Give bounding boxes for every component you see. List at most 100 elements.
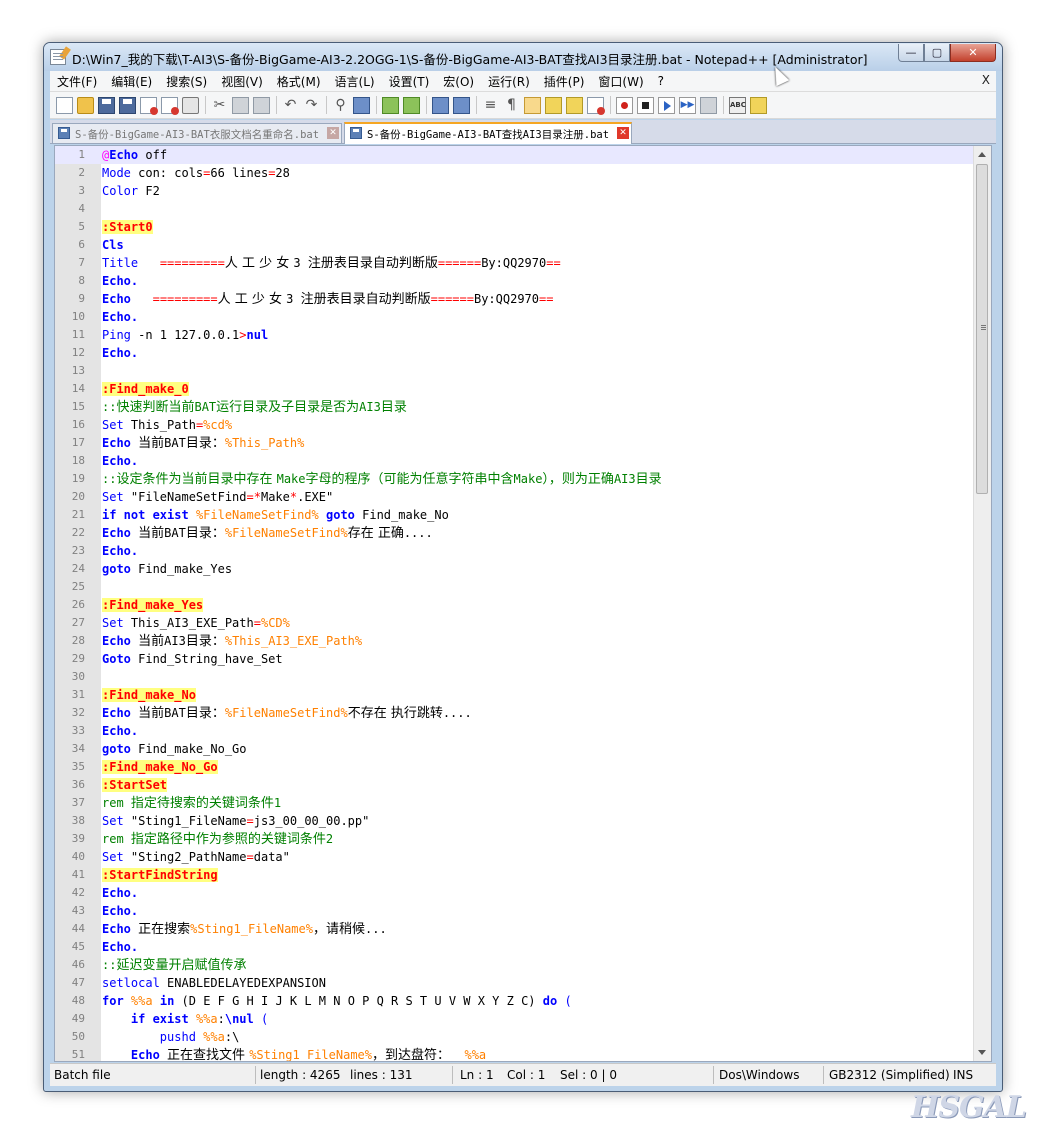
code-line[interactable]: 24 goto Find_make_Yes	[55, 560, 973, 578]
menu-settings[interactable]: 设置(T)	[382, 73, 437, 90]
sync-vertical-icon[interactable]	[432, 96, 449, 114]
macro-save-icon[interactable]	[700, 96, 717, 114]
tab-document-find-ai3[interactable]: S-备份-BigGame-AI3-BAT查找AI3目录注册.bat ✕	[344, 122, 632, 144]
status-insert-mode[interactable]: INS	[953, 1068, 973, 1082]
menu-language[interactable]: 语言(L)	[328, 73, 382, 90]
code-line[interactable]: 23 Echo.	[55, 542, 973, 560]
code-line[interactable]: 32 Echo 当前BAT目录：%FileNameSetFind%不存在 执行跳转…	[55, 704, 973, 722]
close-document-button[interactable]: X	[982, 73, 990, 87]
code-line[interactable]: 9 Echo =========人 工 少 女 3 注册表目录自动判断版=====…	[55, 290, 973, 308]
code-line[interactable]: 25	[55, 578, 973, 596]
menu-help[interactable]: ?	[651, 74, 671, 88]
paste-icon[interactable]	[253, 96, 270, 114]
code-line[interactable]: 28 Echo 当前AI3目录：%This_AI3_EXE_Path%	[55, 632, 973, 650]
sync-horizontal-icon[interactable]	[453, 96, 470, 114]
code-line[interactable]: 17 Echo 当前BAT目录：%This_Path%	[55, 434, 973, 452]
word-wrap-icon[interactable]: ≡	[482, 97, 499, 114]
code-editor[interactable]: 1 @Echo off 2 Mode con: cols=66 lines=28 3 Co…	[54, 145, 992, 1062]
menu-edit[interactable]: 编辑(E)	[104, 73, 159, 90]
scroll-down-arrow-icon[interactable]	[978, 1050, 986, 1055]
new-file-icon[interactable]	[56, 96, 73, 114]
code-line[interactable]: 13	[55, 362, 973, 380]
code-line[interactable]: 11 Ping -n 1 127.0.0.1>nul	[55, 326, 973, 344]
code-line[interactable]: 6 Cls	[55, 236, 973, 254]
save-icon[interactable]	[98, 96, 115, 114]
language-define-icon[interactable]	[545, 96, 562, 114]
code-line[interactable]: 4	[55, 200, 973, 218]
save-all-icon[interactable]	[119, 96, 136, 114]
code-line[interactable]: 47 setlocal ENABLEDELAYEDEXPANSION	[55, 974, 973, 992]
macro-play-icon[interactable]	[658, 96, 675, 114]
code-line[interactable]: 48 for %%a in (D E F G H I J K L M N O P …	[55, 992, 973, 1010]
notepad-app-icon[interactable]	[50, 49, 66, 65]
menu-search[interactable]: 搜索(S)	[159, 73, 214, 90]
code-line[interactable]: 39 rem 指定路径中作为参照的关键词条件2	[55, 830, 973, 848]
code-line[interactable]: 40 Set "Sting2_PathName=data"	[55, 848, 973, 866]
code-line[interactable]: 31:Find_make_No	[55, 686, 973, 704]
code-line[interactable]: 41:StartFindString	[55, 866, 973, 884]
code-line[interactable]: 19::设定条件为当前目录中存在 Make字母的程序（可能为任意字符串中含Mak…	[55, 470, 973, 488]
menu-file[interactable]: 文件(F)	[50, 73, 104, 90]
menu-view[interactable]: 视图(V)	[214, 73, 270, 90]
close-button[interactable]: ✕	[950, 44, 996, 62]
cut-icon[interactable]: ✂	[211, 97, 228, 114]
menu-macro[interactable]: 宏(O)	[436, 73, 481, 90]
close-file-icon[interactable]	[140, 96, 158, 115]
code-line[interactable]: 35:Find_make_No_Go	[55, 758, 973, 776]
code-line[interactable]: 3 Color F2	[55, 182, 973, 200]
code-line[interactable]: 33 Echo.	[55, 722, 973, 740]
code-line[interactable]: 14:Find_make_0	[55, 380, 973, 398]
scroll-up-arrow-icon[interactable]	[978, 152, 986, 157]
code-line[interactable]: 45 Echo.	[55, 938, 973, 956]
zoom-in-icon[interactable]	[382, 96, 399, 114]
code-line[interactable]: 12 Echo.	[55, 344, 973, 362]
code-line[interactable]: 10 Echo.	[55, 308, 973, 326]
document-map-icon[interactable]	[566, 96, 583, 114]
code-line[interactable]: 46::延迟变量开启赋值传承	[55, 956, 973, 974]
code-line[interactable]: 16 Set This_Path=%cd%	[55, 416, 973, 434]
zoom-out-icon[interactable]	[403, 96, 420, 114]
code-line[interactable]: 15::快速判断当前BAT运行目录及子目录是否为AI3目录	[55, 398, 973, 416]
macro-stop-icon[interactable]	[637, 96, 654, 114]
code-line[interactable]: 43 Echo.	[55, 902, 973, 920]
menu-window[interactable]: 窗口(W)	[591, 73, 650, 90]
function-list-icon[interactable]	[587, 96, 605, 115]
menu-run[interactable]: 运行(R)	[481, 73, 537, 90]
code-line[interactable]: 2 Mode con: cols=66 lines=28	[55, 164, 973, 182]
code-line[interactable]: 36:StartSet	[55, 776, 973, 794]
show-all-chars-icon[interactable]: ¶	[503, 97, 520, 114]
code-line[interactable]: 27 Set This_AI3_EXE_Path=%CD%	[55, 614, 973, 632]
code-line[interactable]: 29 Goto Find_String_have_Set	[55, 650, 973, 668]
find-icon[interactable]: ⚲	[332, 97, 349, 114]
code-line[interactable]: 5:Start0	[55, 218, 973, 236]
code-line[interactable]: 18 Echo.	[55, 452, 973, 470]
open-file-icon[interactable]	[77, 96, 94, 114]
code-line[interactable]: 7 Title =========人 工 少 女 3 注册表目录自动判断版====…	[55, 254, 973, 272]
vertical-scrollbar[interactable]	[973, 146, 991, 1061]
status-encoding[interactable]: GB2312 (Simplified)	[829, 1068, 950, 1082]
tab-close-icon[interactable]: ✕	[617, 127, 629, 139]
code-line[interactable]: 50 pushd %%a:\	[55, 1028, 973, 1046]
undo-icon[interactable]: ↶	[282, 97, 299, 114]
menu-plugins[interactable]: 插件(P)	[537, 73, 592, 90]
macro-run-multiple-icon[interactable]: ▶▶	[679, 96, 696, 114]
title-bar[interactable]: D:\Win7_我的下载\T-AI3\S-备份-BigGame-AI3-2.2O…	[44, 43, 1002, 71]
macro-record-icon[interactable]	[616, 96, 633, 114]
code-line[interactable]: 34 goto Find_make_No_Go	[55, 740, 973, 758]
close-all-icon[interactable]	[161, 96, 179, 115]
maximize-button[interactable]: ▢	[924, 44, 950, 62]
code-line[interactable]: 20 Set "FileNameSetFind=*Make*.EXE"	[55, 488, 973, 506]
code-line[interactable]: 37 rem 指定待搜索的关键词条件1	[55, 794, 973, 812]
redo-icon[interactable]: ↷	[303, 97, 320, 114]
code-line[interactable]: 22 Echo 当前BAT目录：%FileNameSetFind%存在 正确...…	[55, 524, 973, 542]
code-line[interactable]: 38 Set "Sting1_FileName=js3_00_00_00.pp"	[55, 812, 973, 830]
scrollbar-thumb[interactable]	[976, 164, 988, 494]
menu-format[interactable]: 格式(M)	[270, 73, 328, 90]
code-line[interactable]: 1 @Echo off	[55, 146, 973, 164]
code-line[interactable]: 51 Echo 正在查找文件 %Sting1_FileName%，到达盘符： %…	[55, 1046, 973, 1061]
code-line[interactable]: 42 Echo.	[55, 884, 973, 902]
tab-document-rename[interactable]: S-备份-BigGame-AI3-BAT衣服文档名重命名.bat ✕	[52, 123, 342, 143]
indent-guide-icon[interactable]	[524, 96, 541, 114]
code-line[interactable]: 49 if exist %%a:\nul (	[55, 1010, 973, 1028]
plugin-icon[interactable]	[750, 96, 767, 114]
